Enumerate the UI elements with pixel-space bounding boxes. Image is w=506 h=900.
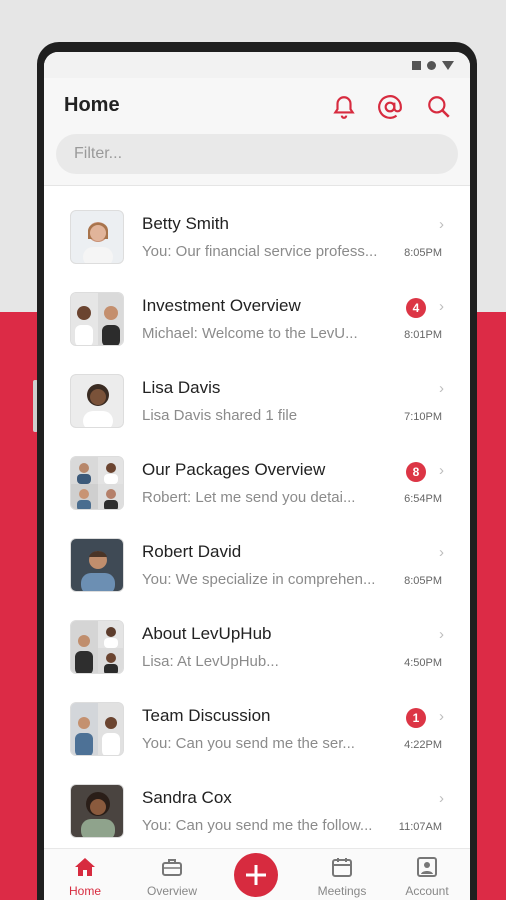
app-header: Home <box>44 78 470 186</box>
avatar <box>70 292 124 346</box>
conversation-name: Team Discussion <box>142 706 271 725</box>
bell-icon[interactable] <box>331 94 357 120</box>
page-title: Home <box>64 94 120 116</box>
chevron-right-icon: › <box>439 380 444 397</box>
search-icon[interactable] <box>426 94 452 120</box>
at-icon[interactable] <box>377 94 403 120</box>
conversation-preview: You: Can you send me the follow... <box>142 817 373 834</box>
unread-badge: 8 <box>406 462 426 482</box>
account-icon <box>417 857 437 877</box>
conversation-preview: You: Our financial service profess... <box>142 243 378 260</box>
conversation-time: 4:22PM <box>404 739 442 751</box>
conversation-time: 8:05PM <box>404 247 442 259</box>
conversation-time: 4:50PM <box>404 657 442 669</box>
tab-account-label: Account <box>405 884 449 898</box>
app-screen: Home Betty Smith You: Our financial serv… <box>44 52 470 900</box>
avatar <box>70 456 124 510</box>
bottom-tab-bar: Home Overview Meetings Account <box>44 848 470 900</box>
conversation-name: Sandra Cox <box>142 788 232 807</box>
chevron-right-icon: › <box>439 626 444 643</box>
conversation-time: 8:05PM <box>404 575 442 587</box>
add-button[interactable] <box>234 853 278 897</box>
avatar <box>70 784 124 838</box>
conversation-row[interactable]: Investment Overview Michael: Welcome to … <box>44 274 470 356</box>
plus-icon <box>246 865 266 885</box>
conversation-name: Our Packages Overview <box>142 460 326 479</box>
home-indicator-icon <box>427 60 436 70</box>
tab-home-label: Home <box>68 884 101 898</box>
avatar <box>70 620 124 674</box>
conversation-preview: You: We specialize in comprehen... <box>142 571 376 588</box>
avatar <box>70 210 124 264</box>
avatar <box>70 538 124 592</box>
conversation-name: About LevUpHub <box>142 624 272 643</box>
conversation-list: Betty Smith You: Our financial service p… <box>44 192 470 848</box>
unread-badge: 4 <box>406 298 426 318</box>
tab-account[interactable]: Account <box>392 857 462 898</box>
conversation-row[interactable]: Our Packages Overview Robert: Let me sen… <box>44 438 470 520</box>
tab-overview-label: Overview <box>146 884 197 898</box>
conversation-preview: Michael: Welcome to the LevU... <box>142 325 358 342</box>
conversation-time: 11:07AM <box>398 821 442 833</box>
chevron-right-icon: › <box>439 462 444 479</box>
chevron-right-icon: › <box>439 216 444 233</box>
recent-apps-icon <box>412 60 421 70</box>
home-icon <box>75 858 95 876</box>
tab-home[interactable]: Home <box>50 857 120 898</box>
conversation-row[interactable]: Betty Smith You: Our financial service p… <box>44 192 470 274</box>
conversation-time: 8:01PM <box>404 329 442 341</box>
avatar <box>70 374 124 428</box>
conversation-preview: Lisa: At LevUpHub... <box>142 653 279 670</box>
conversation-time: 6:54PM <box>404 493 442 505</box>
unread-badge: 1 <box>406 708 426 728</box>
conversation-time: 7:10PM <box>404 411 442 423</box>
conversation-name: Robert David <box>142 542 242 561</box>
chevron-right-icon: › <box>439 790 444 807</box>
conversation-preview: Robert: Let me send you detai... <box>142 489 356 506</box>
conversation-row[interactable]: Sandra Cox You: Can you send me the foll… <box>44 766 470 848</box>
tab-meetings[interactable]: Meetings <box>307 857 377 898</box>
conversation-name: Betty Smith <box>142 214 229 233</box>
back-icon <box>442 60 454 70</box>
avatar <box>70 702 124 756</box>
conversation-row[interactable]: About LevUpHub Lisa: At LevUpHub... 4:50… <box>44 602 470 684</box>
conversation-row[interactable]: Lisa Davis Lisa Davis shared 1 file 7:10… <box>44 356 470 438</box>
tab-meetings-label: Meetings <box>317 884 367 898</box>
tab-overview[interactable]: Overview <box>137 857 207 898</box>
conversation-name: Lisa Davis <box>142 378 221 397</box>
chevron-right-icon: › <box>439 298 444 315</box>
briefcase-icon <box>162 859 182 876</box>
conversation-row[interactable]: Robert David You: We specialize in compr… <box>44 520 470 602</box>
conversation-name: Investment Overview <box>142 296 301 315</box>
conversation-preview: You: Can you send me the ser... <box>142 735 355 752</box>
conversation-row[interactable]: Team Discussion You: Can you send me the… <box>44 684 470 766</box>
chevron-right-icon: › <box>439 708 444 725</box>
conversation-preview: Lisa Davis shared 1 file <box>142 407 298 424</box>
status-bar <box>44 52 470 78</box>
chevron-right-icon: › <box>439 544 444 561</box>
calendar-icon <box>332 858 352 877</box>
filter-input[interactable] <box>56 134 458 174</box>
